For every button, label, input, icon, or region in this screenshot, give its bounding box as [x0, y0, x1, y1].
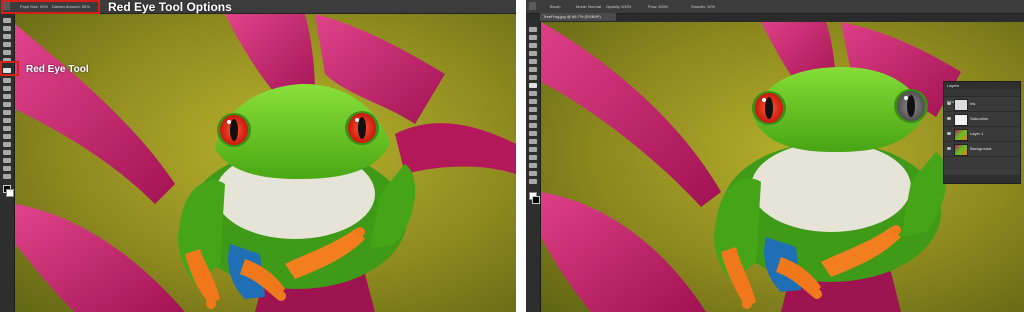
- eyedropper-tool-icon[interactable]: [529, 67, 537, 72]
- brush-picker[interactable]: Brush: [550, 4, 560, 9]
- visibility-eye-icon[interactable]: [947, 147, 951, 150]
- layers-panel-title[interactable]: Layers: [944, 82, 1020, 89]
- eraser-tool-icon[interactable]: [3, 102, 11, 107]
- right-screenshot: Brush Mode: Normal Opacity: 100% Flow: 1…: [526, 0, 1024, 312]
- type-tool-icon[interactable]: [3, 142, 11, 147]
- layers-panel: Layers Kind Iris Saturation Layer 1 Back…: [943, 81, 1021, 184]
- healing-tool-icon[interactable]: [529, 75, 537, 80]
- background-color-swatch[interactable]: [6, 189, 14, 197]
- marquee-tool-icon[interactable]: [529, 35, 537, 40]
- visibility-eye-icon[interactable]: [947, 117, 951, 120]
- tool-options-highlight-box: [1, 0, 100, 14]
- brush-tool-preset-icon[interactable]: [529, 2, 536, 10]
- layer-row[interactable]: Background: [944, 142, 1020, 157]
- tools-panel-right: [526, 22, 541, 312]
- brush-tool-icon[interactable]: [529, 83, 537, 88]
- brush-tool-icon[interactable]: [3, 78, 11, 83]
- zoom-tool-icon[interactable]: [529, 179, 537, 184]
- layer-name: Layer 1: [970, 131, 984, 136]
- clone-stamp-tool-icon[interactable]: [3, 86, 11, 91]
- dodge-tool-icon[interactable]: [529, 131, 537, 136]
- layer-thumbnail: [954, 99, 968, 111]
- flow-label: Flow:: [648, 4, 658, 9]
- red-eye-tool-annotation: Red Eye Tool: [26, 64, 89, 75]
- zoom-tool-icon[interactable]: [3, 174, 11, 179]
- opacity-field[interactable]: 100%: [621, 4, 631, 9]
- layer-thumbnail: [954, 144, 968, 156]
- background-color-swatch[interactable]: [532, 196, 540, 204]
- marquee-tool-icon[interactable]: [3, 26, 11, 31]
- clone-stamp-tool-icon[interactable]: [529, 91, 537, 96]
- quick-select-tool-icon[interactable]: [529, 51, 537, 56]
- quick-select-tool-icon[interactable]: [3, 42, 11, 47]
- layer-name: Background: [970, 146, 992, 151]
- type-tool-icon[interactable]: [529, 147, 537, 152]
- frog-photo: [15, 14, 516, 312]
- dodge-tool-icon[interactable]: [3, 126, 11, 131]
- tool-options-annotation: Red Eye Tool Options: [108, 0, 232, 14]
- visibility-eye-icon[interactable]: [947, 132, 951, 135]
- pen-tool-icon[interactable]: [3, 134, 11, 139]
- blur-tool-icon[interactable]: [529, 123, 537, 128]
- tools-panel: [0, 13, 15, 312]
- hand-tool-icon[interactable]: [529, 171, 537, 176]
- mode-label: Mode:: [576, 4, 588, 9]
- move-tool-icon[interactable]: [529, 27, 537, 32]
- gradient-tool-icon[interactable]: [3, 110, 11, 115]
- left-screenshot: Pupil Size: 50% Darken Amount: 50% Red E…: [0, 0, 516, 312]
- history-brush-tool-icon[interactable]: [529, 99, 537, 104]
- crop-tool-icon[interactable]: [3, 50, 11, 55]
- layer-row[interactable]: Saturation: [944, 112, 1020, 127]
- eraser-tool-icon[interactable]: [529, 107, 537, 112]
- layer-thumbnail: [954, 129, 968, 141]
- pen-tool-icon[interactable]: [529, 139, 537, 144]
- layer-row[interactable]: Layer 1: [944, 127, 1020, 142]
- lasso-tool-icon[interactable]: [529, 43, 537, 48]
- panel-separator: [516, 0, 526, 312]
- shape-tool-icon[interactable]: [3, 158, 11, 163]
- red-eye-tool-highlight-box: [0, 61, 19, 76]
- layers-panel-footer: [944, 175, 1020, 183]
- layers-filter-row: Kind: [944, 89, 1020, 104]
- opacity-label: Opacity:: [606, 4, 621, 9]
- gradient-tool-icon[interactable]: [529, 115, 537, 120]
- move-tool-icon[interactable]: [3, 18, 11, 23]
- flow-field[interactable]: 100%: [658, 4, 668, 9]
- blur-tool-icon[interactable]: [3, 118, 11, 123]
- lasso-tool-icon[interactable]: [3, 34, 11, 39]
- document-tab[interactable]: TreeFrog.jpg @ 66.7% (RGB/8*): [540, 13, 616, 21]
- visibility-eye-icon[interactable]: [947, 102, 951, 105]
- layer-name: Saturation: [970, 116, 989, 121]
- layer-row[interactable]: Iris: [944, 97, 1020, 112]
- shape-tool-icon[interactable]: [529, 163, 537, 168]
- path-select-tool-icon[interactable]: [529, 155, 537, 160]
- path-select-tool-icon[interactable]: [3, 150, 11, 155]
- smoothing-field[interactable]: Smooth: 10%: [691, 4, 715, 9]
- layer-name: Iris: [970, 101, 976, 106]
- layer-thumbnail: [954, 114, 968, 126]
- crop-tool-icon[interactable]: [529, 59, 537, 64]
- history-brush-tool-icon[interactable]: [3, 94, 11, 99]
- document-canvas[interactable]: [15, 14, 516, 312]
- mode-select[interactable]: Normal: [588, 4, 601, 9]
- brush-options-bar: Brush Mode: Normal Opacity: 100% Flow: 1…: [526, 0, 1024, 14]
- hand-tool-icon[interactable]: [3, 166, 11, 171]
